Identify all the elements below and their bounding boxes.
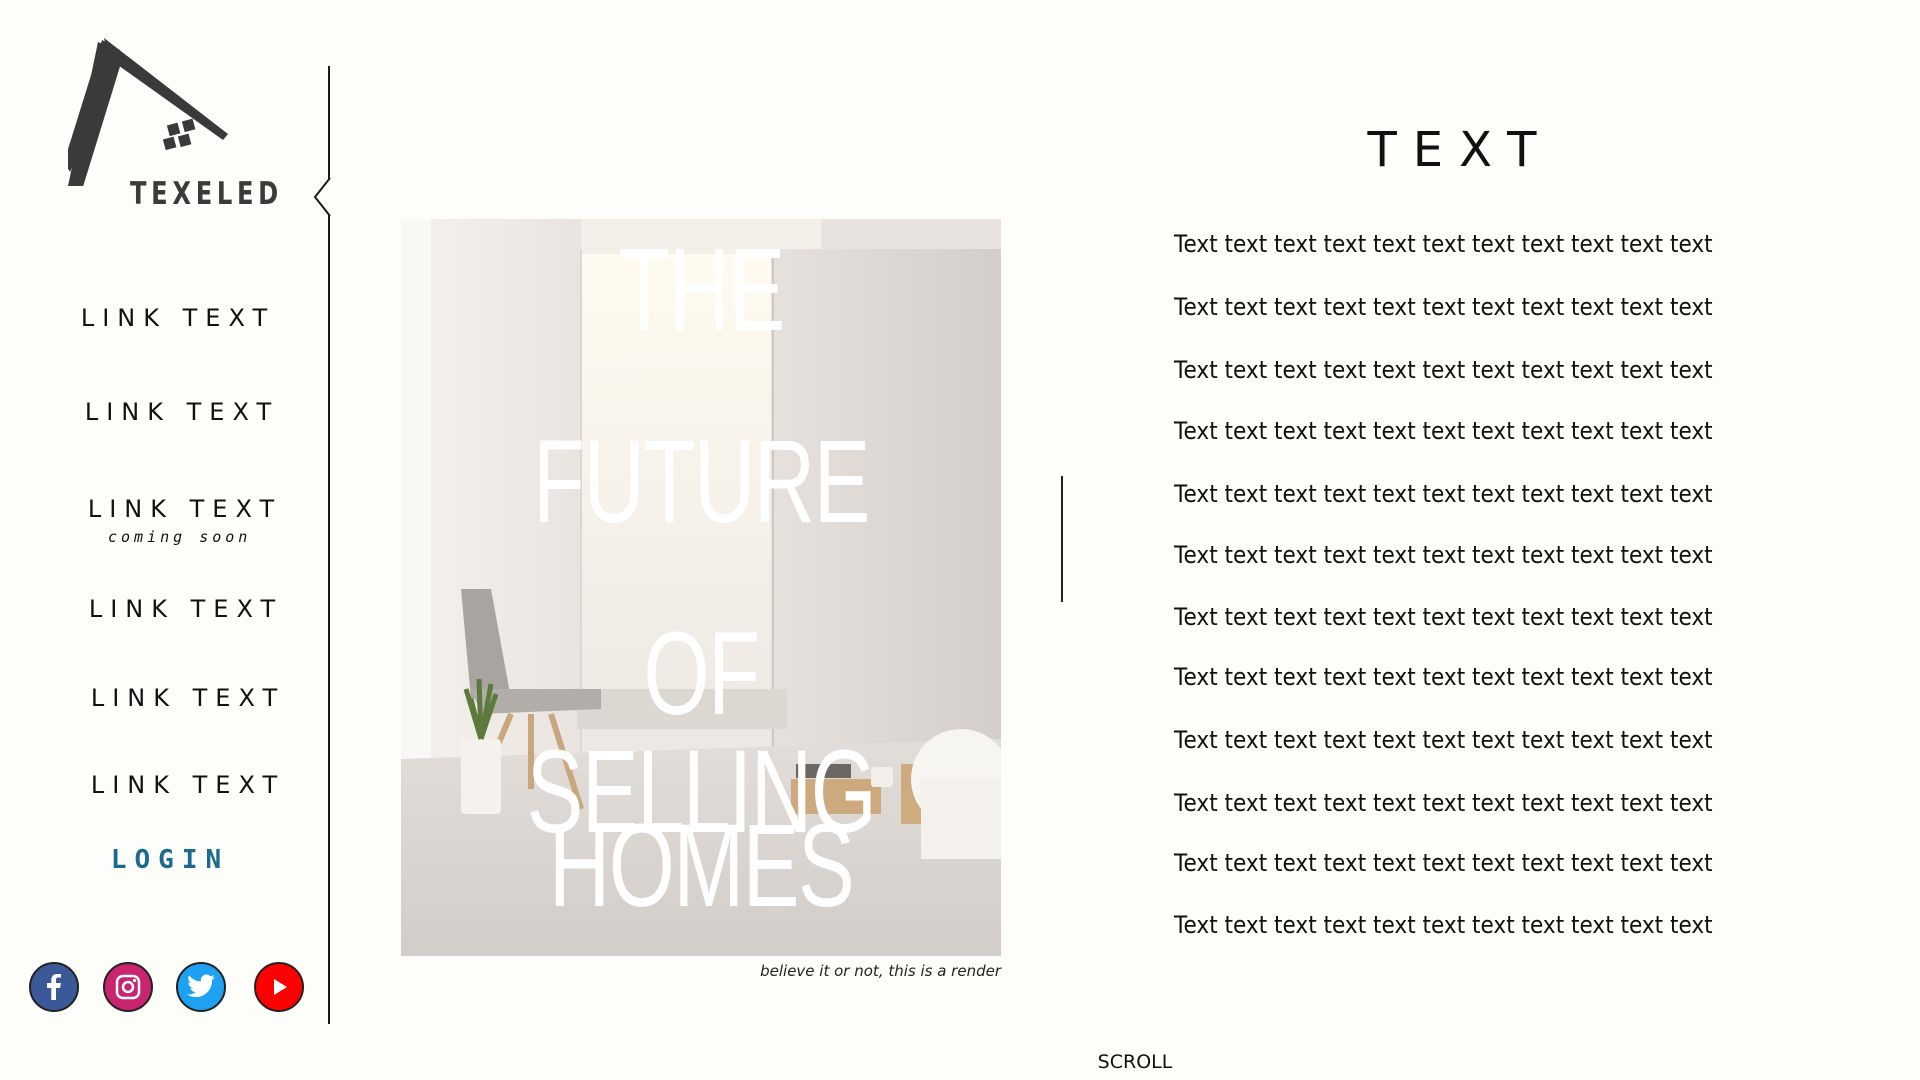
- body-line: Text text text text text text text text …: [1174, 726, 1713, 754]
- house-roof-icon: [68, 38, 228, 186]
- youtube-icon[interactable]: [254, 962, 304, 1012]
- hero-caption: believe it or not, this is a render: [760, 962, 1001, 980]
- hero-image: THE FUTURE OF SELLING HOMES: [401, 219, 1001, 956]
- body-line: Text text text text text text text text …: [1174, 293, 1713, 321]
- vertical-rule: [1061, 476, 1063, 602]
- coming-soon-label: coming soon: [108, 528, 252, 546]
- brand-name: TEXELED: [130, 176, 283, 212]
- body-line: Text text text text text text text text …: [1174, 541, 1713, 569]
- facebook-icon[interactable]: [29, 962, 79, 1012]
- nav-link-4[interactable]: LINK TEXT: [56, 595, 316, 623]
- nav-link-3[interactable]: LINK TEXT: [55, 495, 315, 523]
- body-line: Text text text text text text text text …: [1174, 789, 1713, 817]
- hero-headline: THE FUTURE OF SELLING HOMES: [401, 219, 1001, 956]
- body-line: Text text text text text text text text …: [1174, 911, 1713, 939]
- instagram-icon[interactable]: [103, 962, 153, 1012]
- nav-link-5[interactable]: LINK TEXT: [58, 684, 318, 712]
- nav-link-1[interactable]: LINK TEXT: [48, 304, 308, 332]
- hero-line-2: FUTURE: [533, 416, 870, 548]
- sidebar: TEXELED LINK TEXT LINK TEXT LINK TEXT co…: [0, 0, 330, 1080]
- body-line: Text text text text text text text text …: [1174, 603, 1713, 631]
- hero-line-1: THE: [618, 224, 785, 356]
- hero-line-4: HOMES: [548, 800, 855, 932]
- body-line: Text text text text text text text text …: [1174, 356, 1713, 384]
- body-line: Text text text text text text text text …: [1174, 480, 1713, 508]
- nav-link-2[interactable]: LINK TEXT: [52, 398, 312, 426]
- body-line: Text text text text text text text text …: [1174, 849, 1713, 877]
- section-title: TEXT: [1367, 122, 1553, 178]
- login-link[interactable]: LOGIN: [0, 845, 340, 875]
- body-line: Text text text text text text text text …: [1174, 417, 1713, 445]
- page: TEXELED LINK TEXT LINK TEXT LINK TEXT co…: [0, 0, 1920, 1080]
- logo[interactable]: TEXELED: [68, 36, 288, 216]
- body-line: Text text text text text text text text …: [1174, 230, 1713, 258]
- scroll-indicator[interactable]: SCROLL: [1090, 1051, 1180, 1073]
- divider-notch: [313, 178, 331, 217]
- body-line: Text text text text text text text text …: [1174, 663, 1713, 691]
- twitter-icon[interactable]: [176, 962, 226, 1012]
- nav-link-6[interactable]: LINK TEXT: [58, 771, 318, 799]
